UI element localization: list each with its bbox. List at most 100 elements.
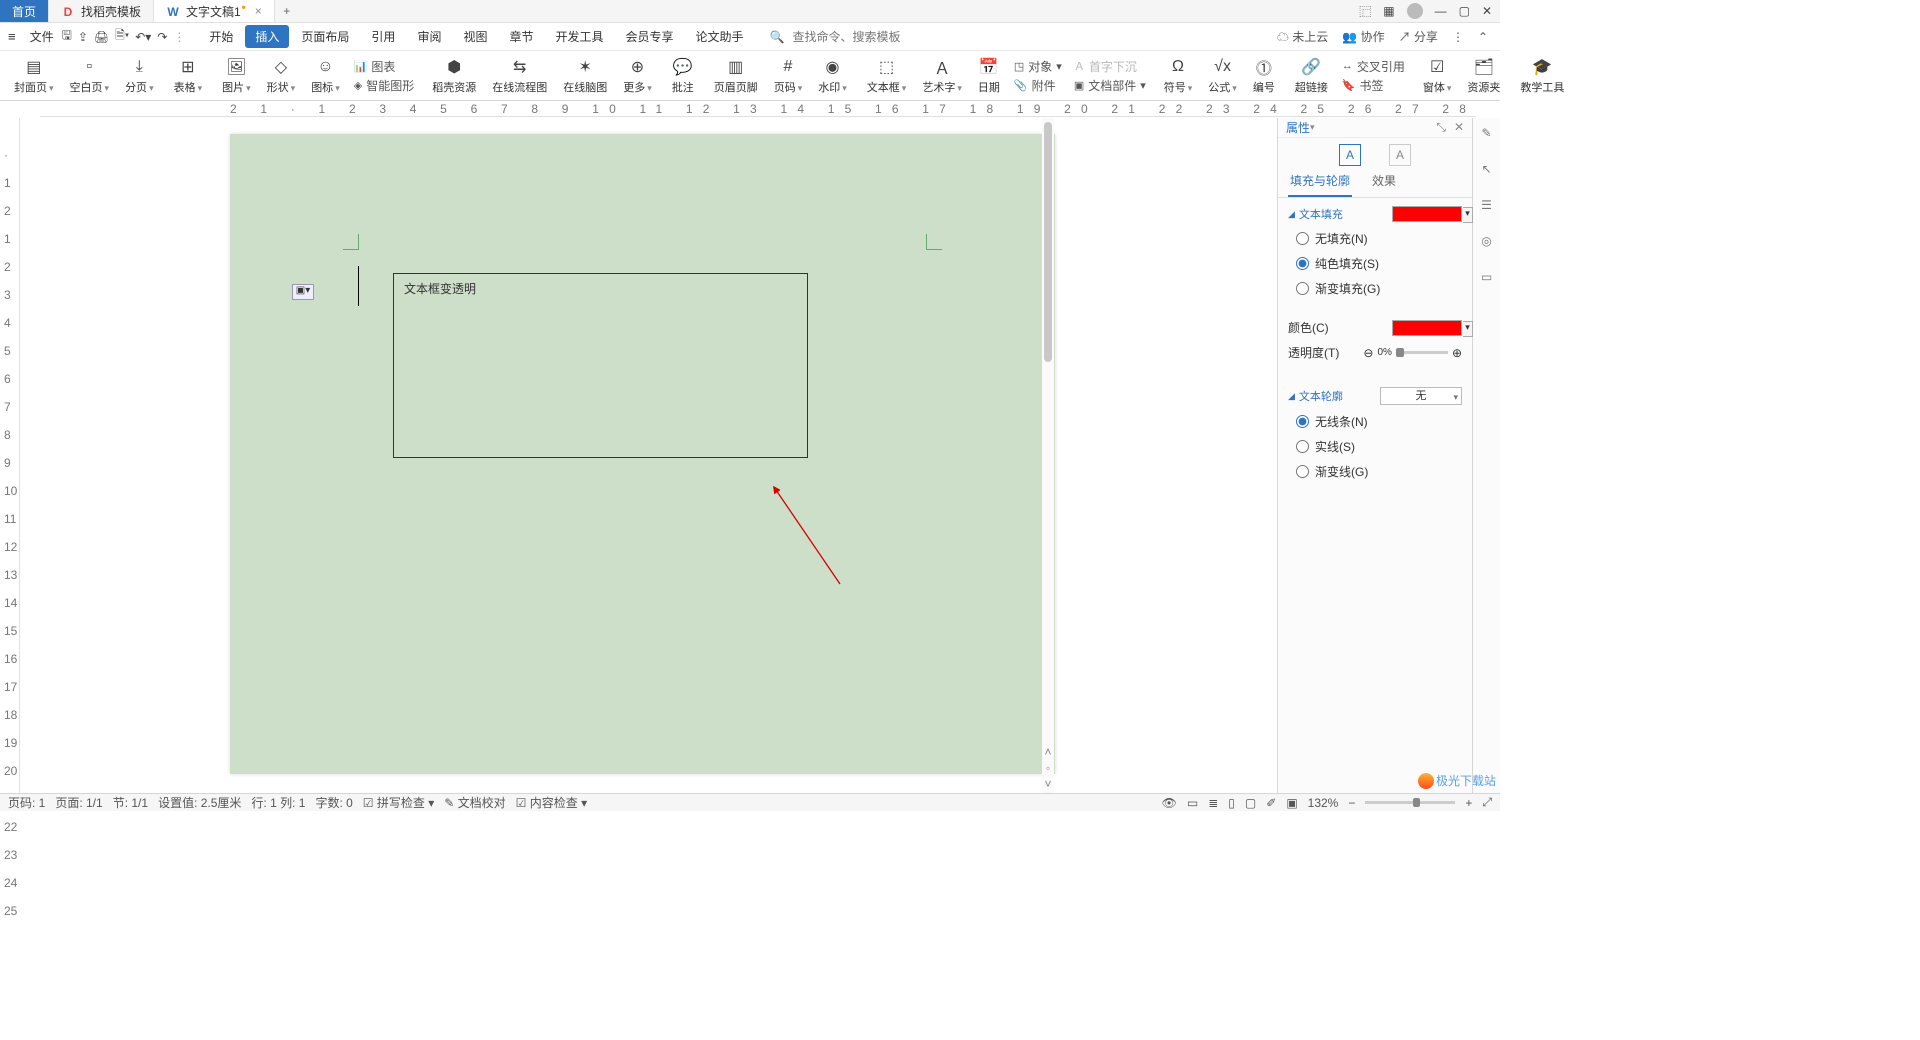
rb-blank[interactable]: ▫空白页 bbox=[62, 53, 118, 99]
rb-textbox[interactable]: ⬚文本框 bbox=[859, 53, 915, 99]
sb-expand-icon[interactable]: ⤢ bbox=[1482, 795, 1492, 810]
rb-crossref[interactable]: ↔ 交叉引用 bbox=[1342, 58, 1405, 75]
sb-rowcol[interactable]: 行: 1 列: 1 bbox=[251, 794, 305, 811]
rb-attachment[interactable]: 📎 附件 bbox=[1014, 77, 1062, 94]
collapse-ribbon-icon[interactable]: ⌃ bbox=[1478, 30, 1488, 44]
minus-icon[interactable]: ⊖ bbox=[1363, 346, 1373, 360]
rb-shape[interactable]: ◇形状 bbox=[259, 53, 304, 99]
sb-words[interactable]: 字数: 0 bbox=[315, 794, 352, 811]
rb-pagenum[interactable]: #页码 bbox=[766, 53, 811, 99]
fill-swatch[interactable]: ▾ bbox=[1392, 206, 1462, 222]
book-icon[interactable]: ▭ bbox=[1478, 268, 1496, 286]
cursor-icon[interactable]: ↖ bbox=[1478, 160, 1496, 178]
tab-page-layout[interactable]: 页面布局 bbox=[291, 25, 359, 48]
hamburger-icon[interactable]: ≡ bbox=[2, 29, 22, 44]
outline-select[interactable]: 无 bbox=[1380, 387, 1462, 405]
sb-eye-icon[interactable]: 👁 bbox=[1162, 796, 1177, 810]
outline-grad[interactable]: 渐变线(G) bbox=[1288, 463, 1462, 480]
share-button[interactable]: ↗ 分享 bbox=[1399, 28, 1438, 45]
sb-fit-icon[interactable]: ▣ bbox=[1286, 796, 1297, 810]
document-canvas[interactable]: ▣▾ 文本框变透明 ˄◦˅ bbox=[20, 118, 1277, 793]
sb-setting[interactable]: 设置值: 2.5厘米 bbox=[158, 794, 241, 811]
taskpane-close-icon[interactable]: ✕ bbox=[1454, 120, 1464, 135]
rb-symbol[interactable]: Ω符号 bbox=[1156, 53, 1201, 99]
textbox[interactable]: 文本框变透明 bbox=[393, 273, 808, 458]
opacity-slider[interactable]: ⊖ 0% ⊕ bbox=[1363, 346, 1462, 360]
qat-more[interactable]: ⋮ bbox=[173, 30, 185, 44]
scroll-center-icon[interactable]: ◦ bbox=[1046, 761, 1050, 775]
sb-proof[interactable]: ✎ 文档校对 bbox=[444, 794, 505, 811]
rb-headerfooter[interactable]: ▥页眉页脚 bbox=[706, 53, 766, 99]
rb-bookmark[interactable]: 🔖 书签 bbox=[1342, 77, 1405, 94]
rb-date[interactable]: 📅日期 bbox=[970, 53, 1008, 99]
close-icon[interactable]: ✕ bbox=[1482, 4, 1492, 18]
mode-text-b-icon[interactable]: A bbox=[1389, 144, 1411, 166]
sb-focus-icon[interactable]: ✐ bbox=[1266, 796, 1276, 810]
sb-web-view-icon[interactable]: ▢ bbox=[1245, 796, 1256, 810]
preview-icon[interactable]: 🗎▾ bbox=[115, 26, 129, 47]
maximize-icon[interactable]: ▢ bbox=[1459, 4, 1470, 18]
section-text-fill[interactable]: 文本填充 bbox=[1288, 206, 1343, 222]
tab-start[interactable]: 开始 bbox=[199, 25, 243, 48]
rb-icon[interactable]: ☺图标 bbox=[303, 53, 348, 99]
rb-object[interactable]: ◳ 对象▾ bbox=[1014, 58, 1062, 75]
add-tab-button[interactable]: + bbox=[275, 0, 299, 22]
sb-content[interactable]: ☑ 内容检查 ▾ bbox=[516, 794, 587, 811]
subtab-effect[interactable]: 效果 bbox=[1370, 168, 1398, 197]
tab-template[interactable]: D 找稻壳模板 bbox=[49, 0, 154, 22]
rb-comment[interactable]: 💬批注 bbox=[664, 53, 702, 99]
rb-picture[interactable]: 🖼图片 bbox=[214, 53, 259, 99]
sb-spell[interactable]: ☑ 拼写检查 ▾ bbox=[363, 794, 434, 811]
rb-chart[interactable]: 📊 图表 bbox=[354, 58, 414, 75]
rb-hyperlink[interactable]: 🔗超链接 bbox=[1287, 53, 1336, 99]
fill-grad[interactable]: 渐变填充(G) bbox=[1288, 280, 1462, 297]
search-input[interactable] bbox=[792, 30, 902, 44]
redo-icon[interactable]: ↷ bbox=[157, 30, 167, 44]
print-icon[interactable]: 🖨 bbox=[94, 30, 109, 44]
taskpane-popout-icon[interactable]: ⤡ bbox=[1436, 120, 1446, 135]
minimize-icon[interactable]: — bbox=[1435, 4, 1447, 18]
rb-pagebreak[interactable]: ⤓分页 bbox=[117, 53, 162, 99]
rb-resources[interactable]: 🗂资源夹 bbox=[1459, 53, 1508, 99]
zoom-out-icon[interactable]: − bbox=[1348, 796, 1355, 810]
rb-table[interactable]: ⊞表格 bbox=[166, 53, 211, 99]
sb-zoom[interactable]: 132% bbox=[1308, 796, 1339, 810]
scroll-down-icon[interactable]: ˅ bbox=[1044, 777, 1051, 791]
zoom-in-icon[interactable]: + bbox=[1465, 796, 1472, 810]
sb-page-view-icon[interactable]: ▭ bbox=[1187, 796, 1198, 810]
sb-outline-view-icon[interactable]: ≣ bbox=[1208, 796, 1218, 810]
pencil-icon[interactable]: ✎ bbox=[1478, 124, 1496, 142]
subtab-fill-outline[interactable]: 填充与轮廓 bbox=[1288, 168, 1352, 197]
fill-none[interactable]: 无填充(N) bbox=[1288, 230, 1462, 247]
user-icon[interactable] bbox=[1407, 3, 1423, 19]
command-search[interactable]: 🔍 bbox=[770, 30, 903, 44]
rb-cover[interactable]: ▤封面页 bbox=[6, 53, 62, 99]
coop-button[interactable]: 👥 协作 bbox=[1342, 28, 1384, 45]
save-icon[interactable]: 🖫 bbox=[62, 26, 72, 47]
tab-chapter[interactable]: 章节 bbox=[499, 25, 543, 48]
cloud-status[interactable]: ☁ 未上云 bbox=[1277, 28, 1328, 45]
rb-wordart[interactable]: Ａ艺术字 bbox=[914, 53, 970, 99]
sb-read-view-icon[interactable]: ▯ bbox=[1228, 796, 1235, 810]
rb-docparts[interactable]: ▣ 文档部件▾ bbox=[1074, 77, 1146, 94]
tab-view[interactable]: 视图 bbox=[453, 25, 497, 48]
rb-numbering[interactable]: ⓵编号 bbox=[1245, 53, 1283, 99]
tab-insert[interactable]: 插入 bbox=[245, 25, 289, 48]
sb-section[interactable]: 节: 1/1 bbox=[113, 794, 148, 811]
undo-icon[interactable]: ↶▾ bbox=[135, 30, 151, 44]
ruler-vertical[interactable]: ·121234567891011121314151617181920212223… bbox=[0, 118, 20, 793]
color-swatch[interactable]: ▾ bbox=[1392, 320, 1462, 336]
rb-mindmap[interactable]: ✶在线脑图 bbox=[555, 53, 615, 99]
fill-solid[interactable]: 纯色填充(S) bbox=[1288, 255, 1462, 272]
outline-none[interactable]: 无线条(N) bbox=[1288, 413, 1462, 430]
tab-document[interactable]: W 文字文稿1 • × bbox=[154, 0, 275, 22]
rb-daoku[interactable]: ⬢稻壳资源 bbox=[424, 53, 484, 99]
rb-equation[interactable]: √x公式 bbox=[1200, 53, 1245, 99]
more-menu-icon[interactable]: ⋮ bbox=[1452, 30, 1464, 44]
rb-watermark[interactable]: ◉水印 bbox=[810, 53, 855, 99]
tab-home[interactable]: 首页 bbox=[0, 0, 49, 22]
rb-flowchart[interactable]: ⇆在线流程图 bbox=[484, 53, 555, 99]
scroll-up-icon[interactable]: ˄ bbox=[1044, 745, 1051, 759]
file-menu[interactable]: 文件 bbox=[30, 28, 54, 45]
tab-developer[interactable]: 开发工具 bbox=[545, 25, 613, 48]
